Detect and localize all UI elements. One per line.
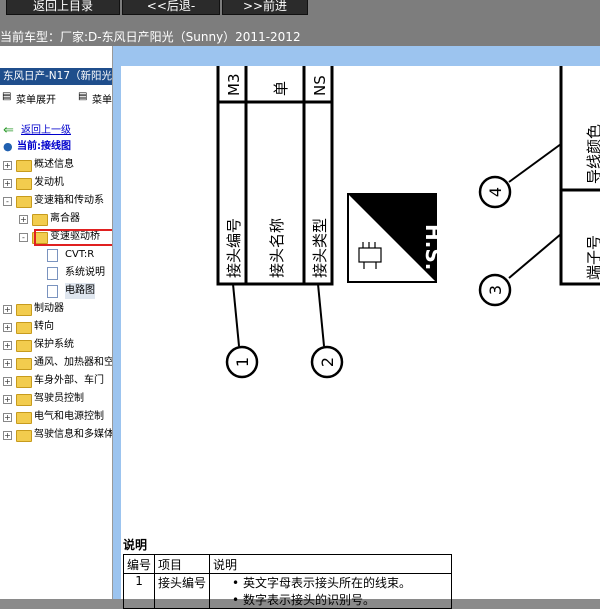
- expand-icon[interactable]: +: [3, 395, 12, 404]
- tree-item-label: 发动机: [34, 177, 64, 188]
- legend-header-item: 项目: [154, 554, 211, 574]
- legend-table: 编号 项目 说明 1 接头编号 • 英文字母表示接头所在的线束。 • 数字表示接…: [122, 554, 453, 609]
- back-directory-button[interactable]: 返回上目录: [6, 0, 120, 15]
- top-bar: 返回上目录 <<后退- >>前进 当前车型：厂家:D-东风日产阳光（Sunny）…: [0, 0, 600, 46]
- legend-header-num: 编号: [122, 554, 156, 574]
- back-arrow-icon: ⇐: [3, 123, 14, 138]
- column-label-3: 接头类型: [311, 218, 329, 278]
- callout-1: 1: [233, 357, 252, 367]
- document-icon: [47, 285, 58, 298]
- folder-icon: [16, 394, 32, 406]
- folder-icon: [16, 304, 32, 316]
- next-button[interactable]: >>前进: [222, 0, 308, 15]
- expand-icon[interactable]: +: [3, 305, 12, 314]
- callout-3: 3: [486, 285, 505, 295]
- current-vehicle: 当前车型：厂家:D-东风日产阳光（Sunny）2011-2012: [0, 28, 301, 45]
- expand-icon[interactable]: +: [3, 359, 12, 368]
- legend-row-item: 接头编号: [154, 573, 211, 609]
- legend-row-desc: • 英文字母表示接头所在的线束。 • 数字表示接头的识别号。: [209, 573, 453, 609]
- wiring-diagram: M3 单 NS 接头编号 接头名称 接头类型 导线颜色 端子号 1 2 3 4 …: [121, 66, 600, 560]
- vehicle-value: 厂家:D-东风日产阳光（Sunny）2011-2012: [60, 30, 301, 44]
- diagram-svg: M3 单 NS 接头编号 接头名称 接头类型 导线颜色 端子号 1 2 3 4 …: [216, 66, 600, 379]
- expand-icon[interactable]: +: [3, 179, 12, 188]
- hs-label: H.S.: [421, 224, 445, 270]
- right-label-1: 导线颜色: [585, 124, 600, 184]
- folder-icon: [16, 160, 32, 172]
- collapse-icon[interactable]: -: [19, 233, 28, 242]
- tree-item-label: 转向: [34, 321, 54, 332]
- header-cell-2: 单: [272, 81, 290, 96]
- expand-icon[interactable]: +: [3, 377, 12, 386]
- folder-icon: [16, 340, 32, 352]
- sidebar-title: 东风日产-N17（新阳光）: [0, 68, 112, 85]
- folder-icon: [16, 196, 32, 208]
- tree-item-label: 变速箱和传动系: [34, 195, 104, 206]
- hs-connector-icon: H.S.: [347, 193, 445, 283]
- tree-item-label: 离合器: [50, 213, 80, 224]
- legend-desc-line-2: • 数字表示接头的识别号。: [232, 593, 375, 607]
- folder-icon: [16, 430, 32, 442]
- header-cell-3: NS: [311, 75, 329, 96]
- tree-item-label: CVT:R: [65, 249, 95, 260]
- expand-icon[interactable]: +: [19, 215, 28, 224]
- user-icon: ●: [3, 140, 13, 153]
- tree-item-label: 系统说明: [65, 267, 105, 278]
- expand-icon[interactable]: +: [3, 341, 12, 350]
- highlight-box: [34, 229, 112, 246]
- menu-controls: ▤ 菜单展开 ▤ 菜单: [0, 89, 112, 106]
- legend-panel: 说明 编号 项目 说明 1 接头编号 • 英文字母表示接头所在的线束。 • 数字…: [121, 534, 600, 609]
- menu-collapse-button[interactable]: 菜单: [92, 91, 112, 106]
- tree-item-label: 概述信息: [34, 159, 74, 170]
- folder-icon: [16, 322, 32, 334]
- expand-icon[interactable]: +: [3, 431, 12, 440]
- tree-item-label: 保护系统: [34, 339, 74, 350]
- expand-icon[interactable]: +: [3, 413, 12, 422]
- menu-icon: ▤: [2, 91, 12, 102]
- sidebar: 东风日产-N17（新阳光） ▤ 菜单展开 ▤ 菜单 ⇐ 返回上一级 ● 当前:接…: [0, 46, 113, 599]
- tree-item-label: 驾驶信息和多媒体: [34, 429, 113, 440]
- legend-row-num: 1: [122, 573, 156, 609]
- folder-icon: [32, 214, 48, 226]
- folder-icon: [16, 412, 32, 424]
- tree-item-label: 车身外部、车门: [34, 375, 104, 386]
- menu-icon-2: ▤: [78, 91, 88, 102]
- legend-header-row: 编号 项目 说明: [122, 554, 453, 574]
- header-cell-1: M3: [225, 74, 243, 97]
- legend-header-desc: 说明: [209, 554, 453, 574]
- expand-icon[interactable]: +: [3, 161, 12, 170]
- table-row: 1 接头编号 • 英文字母表示接头所在的线束。 • 数字表示接头的识别号。: [122, 573, 453, 609]
- expand-icon[interactable]: +: [3, 323, 12, 332]
- folder-icon: [16, 178, 32, 190]
- legend-title: 说明: [123, 538, 148, 552]
- prev-button[interactable]: <<后退-: [122, 0, 220, 15]
- menu-expand-button[interactable]: 菜单展开: [16, 91, 56, 106]
- collapse-icon[interactable]: -: [3, 197, 12, 206]
- tree-item-label: 制动器: [34, 303, 64, 314]
- callout-2: 2: [318, 357, 337, 367]
- document-icon: [47, 267, 58, 280]
- right-label-2: 端子号: [585, 235, 600, 280]
- callout-4: 4: [486, 187, 505, 197]
- tree-item-label: 电气和电源控制: [34, 411, 104, 422]
- tree-item-label: 通风、加热器和空调: [34, 357, 113, 368]
- tree-item-label: 驾驶员控制: [34, 393, 84, 404]
- folder-icon: [16, 358, 32, 370]
- current-location-label: 当前:接线图: [17, 141, 71, 152]
- column-label-2: 接头名称: [268, 218, 286, 278]
- document-icon: [47, 249, 58, 262]
- back-up-label: 返回上一级: [21, 125, 71, 136]
- legend-desc-line-1: • 英文字母表示接头所在的线束。: [232, 576, 411, 590]
- folder-icon: [16, 376, 32, 388]
- column-label-1: 接头编号: [225, 218, 243, 278]
- vehicle-prefix: 当前车型：: [0, 30, 61, 44]
- main-panel: M3 单 NS 接头编号 接头名称 接头类型 导线颜色 端子号 1 2 3 4 …: [113, 46, 600, 609]
- tree-item-label: 电路图: [65, 283, 95, 299]
